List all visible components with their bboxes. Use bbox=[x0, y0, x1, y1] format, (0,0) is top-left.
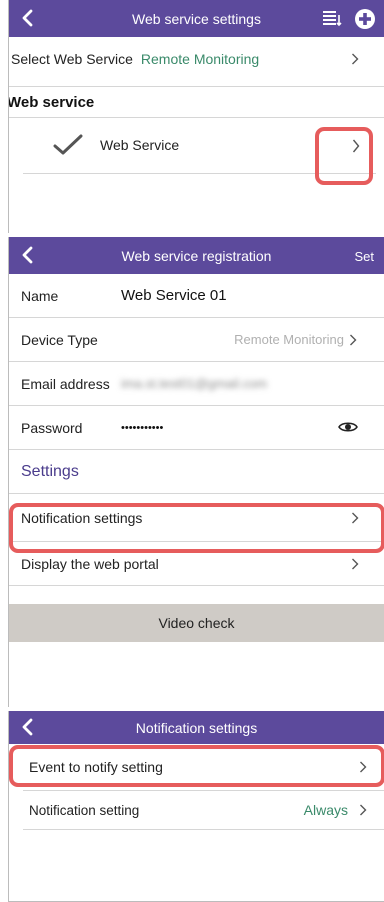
device-type-value: Remote Monitoring bbox=[234, 332, 344, 347]
notification-settings-screen: Notification settings Event to notify se… bbox=[8, 711, 384, 902]
chevron-right-icon bbox=[350, 557, 360, 571]
show-password-toggle[interactable] bbox=[338, 420, 358, 437]
password-label: Password bbox=[21, 419, 83, 436]
device-type-label: Device Type bbox=[21, 331, 98, 348]
password-value: ••••••••••• bbox=[121, 421, 164, 434]
web-service-registration-screen: Web service registration Set Name Web Se… bbox=[8, 237, 384, 707]
back-arrow-icon bbox=[22, 9, 33, 27]
chevron-right-icon bbox=[358, 760, 368, 774]
header-bar: Notification settings bbox=[9, 711, 384, 744]
chevron-right-icon bbox=[352, 139, 360, 153]
video-check-button[interactable]: Video check bbox=[9, 604, 384, 642]
email-label: Email address bbox=[21, 375, 110, 392]
header-bar: Web service registration Set bbox=[9, 237, 384, 274]
settings-heading: Settings bbox=[21, 462, 79, 480]
page: Web service settings Select Web Service … bbox=[0, 0, 384, 902]
page-title: Notification settings bbox=[135, 719, 258, 736]
web-service-item-label: Web Service bbox=[100, 137, 180, 153]
device-type-row[interactable]: Device Type Remote Monitoring bbox=[9, 318, 384, 362]
video-check-label: Video check bbox=[158, 615, 235, 631]
name-label: Name bbox=[21, 287, 59, 304]
notification-settings-label: Notification settings bbox=[21, 509, 143, 526]
back-button[interactable] bbox=[15, 713, 39, 741]
email-row[interactable]: Email address ima.st.test01@gmail.com bbox=[9, 362, 384, 406]
back-button[interactable] bbox=[15, 4, 39, 32]
password-row[interactable]: Password ••••••••••• bbox=[9, 406, 384, 450]
name-value: Web Service 01 bbox=[121, 287, 227, 304]
page-title: Web service registration bbox=[121, 247, 272, 264]
event-to-notify-label: Event to notify setting bbox=[29, 759, 163, 775]
web-service-chevron bbox=[352, 139, 360, 156]
select-web-service-row[interactable]: Select Web Service Remote Monitoring bbox=[9, 31, 384, 87]
back-arrow-icon bbox=[22, 246, 33, 264]
chevron-right-icon bbox=[358, 803, 368, 817]
eye-icon bbox=[338, 422, 358, 432]
chevron-right-icon bbox=[350, 511, 360, 525]
chevron-right-icon bbox=[348, 333, 358, 347]
event-to-notify-row[interactable]: Event to notify setting bbox=[9, 744, 384, 790]
checkmark-icon bbox=[53, 134, 83, 155]
settings-section: Settings bbox=[9, 450, 384, 494]
notification-setting-row[interactable]: Notification setting Always bbox=[23, 790, 384, 830]
add-icon bbox=[355, 9, 375, 29]
select-web-service-label: Select Web Service bbox=[11, 50, 133, 67]
add-button[interactable] bbox=[354, 8, 376, 30]
section-title: Web service bbox=[8, 93, 95, 111]
email-value: ima.st.test01@gmail.com bbox=[121, 376, 268, 391]
set-button[interactable]: Set bbox=[354, 249, 374, 264]
notification-setting-label: Notification setting bbox=[29, 802, 140, 818]
notification-settings-row[interactable]: Notification settings bbox=[9, 494, 384, 542]
select-web-service-value: Remote Monitoring bbox=[140, 50, 260, 67]
sort-list-button[interactable] bbox=[322, 10, 344, 28]
display-web-portal-row[interactable]: Display the web portal bbox=[9, 542, 384, 586]
back-button[interactable] bbox=[15, 241, 39, 269]
web-service-settings-screen: Web service settings Select Web Service … bbox=[8, 0, 384, 233]
web-service-item[interactable]: Web Service bbox=[23, 118, 376, 174]
web-service-section: Web service bbox=[9, 87, 384, 118]
chevron-right-icon bbox=[350, 52, 360, 66]
display-web-portal-label: Display the web portal bbox=[21, 555, 159, 572]
sort-list-icon bbox=[323, 11, 342, 27]
name-row[interactable]: Name Web Service 01 bbox=[9, 274, 384, 318]
notification-setting-value: Always bbox=[303, 802, 348, 818]
back-arrow-icon bbox=[22, 718, 33, 736]
page-title: Web service settings bbox=[132, 10, 261, 27]
